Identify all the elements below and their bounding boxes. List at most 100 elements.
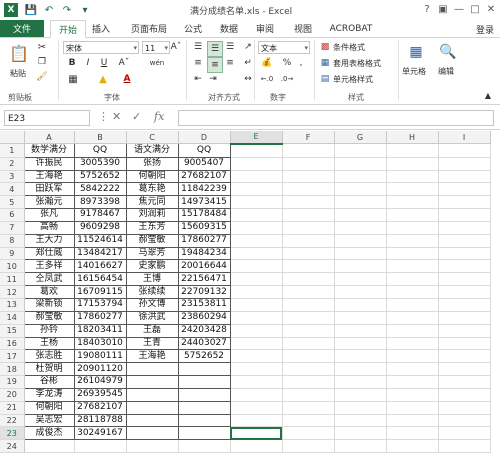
cell-h8[interactable] <box>386 234 439 248</box>
cell-c4[interactable]: 葛东艳 <box>126 182 179 197</box>
cell-h14[interactable] <box>386 311 439 325</box>
cell-b14[interactable]: 17860277 <box>74 311 127 325</box>
cell-a13[interactable]: 梁新锁 <box>23 298 75 312</box>
cell-d3[interactable]: 27682107 <box>178 170 231 184</box>
row-header[interactable]: 12 <box>0 285 25 299</box>
underline-icon[interactable]: U <box>98 57 110 69</box>
cell-h13[interactable] <box>386 298 439 312</box>
select-all-corner[interactable] <box>0 131 25 145</box>
italic-icon[interactable]: I <box>82 57 94 69</box>
save-icon[interactable]: 💾 <box>24 3 38 17</box>
cell-c1[interactable]: 语文满分 <box>126 143 179 158</box>
row-header[interactable]: 9 <box>0 247 25 261</box>
cell-b9[interactable]: 13484217 <box>74 247 127 261</box>
tab-formulas[interactable]: 公式 <box>180 20 206 37</box>
cell-a19[interactable]: 谷彬 <box>23 375 75 389</box>
row-header[interactable]: 14 <box>0 311 25 325</box>
cell-c18[interactable] <box>126 362 179 377</box>
tab-insert[interactable]: 插入 <box>88 20 114 37</box>
cell-e17[interactable] <box>230 349 283 364</box>
row-header[interactable]: 22 <box>0 414 25 428</box>
cell-c22[interactable] <box>126 414 179 428</box>
cell-i23[interactable] <box>438 426 491 441</box>
row-header[interactable]: 17 <box>0 349 25 364</box>
cell-g13[interactable] <box>334 298 387 312</box>
cell-i16[interactable] <box>438 337 491 351</box>
cell-c5[interactable]: 焦元同 <box>126 195 179 210</box>
cell-b4[interactable]: 5842222 <box>74 182 127 197</box>
cell-f22[interactable] <box>282 414 335 428</box>
cell-g17[interactable] <box>334 349 387 364</box>
cell-c11[interactable]: 王博 <box>126 272 179 287</box>
borders-icon[interactable]: ▦ <box>66 73 80 85</box>
cell-a22[interactable]: 吴志宏 <box>23 414 75 428</box>
cell-i12[interactable] <box>438 285 491 299</box>
row-header[interactable]: 5 <box>0 195 25 210</box>
row-header[interactable]: 18 <box>0 362 25 377</box>
cell-h20[interactable] <box>386 388 439 402</box>
cells-button[interactable]: 单元格 <box>402 66 426 77</box>
cell-b19[interactable]: 26104979 <box>74 375 127 389</box>
cell-c10[interactable]: 史家鹏 <box>126 259 179 274</box>
column-header-h[interactable]: H <box>386 131 439 145</box>
cell-b24[interactable] <box>74 439 127 454</box>
cell-d17[interactable]: 5752652 <box>178 349 231 364</box>
cell-f24[interactable] <box>282 439 335 454</box>
cell-e1[interactable] <box>230 143 283 158</box>
row-header[interactable]: 16 <box>0 337 25 351</box>
font-size-combo[interactable]: 11 ▾ <box>142 41 170 54</box>
cell-c19[interactable] <box>126 375 179 389</box>
cell-f10[interactable] <box>282 259 335 274</box>
cell-a7[interactable]: 高畅 <box>23 221 75 235</box>
cell-g3[interactable] <box>334 170 387 184</box>
cell-h17[interactable] <box>386 349 439 364</box>
column-header-d[interactable]: D <box>178 131 231 145</box>
comma-icon[interactable]: , <box>296 57 306 69</box>
cell-b12[interactable]: 16709115 <box>74 285 127 299</box>
font-name-combo[interactable]: 宋体 ▾ <box>63 41 139 54</box>
cell-d21[interactable] <box>178 401 231 415</box>
column-header-a[interactable]: A <box>24 131 75 145</box>
cell-i21[interactable] <box>438 401 491 415</box>
worksheet-grid[interactable]: A B C D E F G H I 1 数学满分 QQ 语文满分 QQ 2 许振民 3005390 张扬 90054… <box>0 131 491 454</box>
cell-f15[interactable] <box>282 324 335 338</box>
bold-icon[interactable]: B <box>66 57 78 69</box>
cell-d24[interactable] <box>178 439 231 454</box>
cell-i24[interactable] <box>438 439 491 454</box>
cell-d16[interactable]: 24403027 <box>178 337 231 351</box>
align-middle-icon[interactable]: ☰ <box>207 41 223 57</box>
cell-e19[interactable] <box>230 375 283 389</box>
cell-d15[interactable]: 24203428 <box>178 324 231 338</box>
collapse-ribbon-icon[interactable]: ▲ <box>482 90 494 100</box>
cell-a17[interactable]: 张志胜 <box>23 349 75 364</box>
cell-e10[interactable] <box>230 259 283 274</box>
cell-b18[interactable]: 20901120 <box>74 362 127 377</box>
phonetic-icon[interactable]: wén <box>150 57 164 69</box>
cell-i3[interactable] <box>438 170 491 184</box>
cell-g1[interactable] <box>334 143 387 158</box>
cell-h15[interactable] <box>386 324 439 338</box>
cell-d13[interactable]: 23153811 <box>178 298 231 312</box>
cell-b21[interactable]: 27682107 <box>74 401 127 415</box>
cancel-icon[interactable]: ✕ <box>112 110 121 123</box>
undo-icon[interactable]: ↶ <box>42 3 56 17</box>
increase-font-icon[interactable]: Aˆ <box>170 41 182 53</box>
align-top-icon[interactable]: ☰ <box>192 41 204 53</box>
cell-b23[interactable]: 30249167 <box>74 426 127 441</box>
cell-h7[interactable] <box>386 221 439 235</box>
cell-f14[interactable] <box>282 311 335 325</box>
cell-i10[interactable] <box>438 259 491 274</box>
cell-b10[interactable]: 14016627 <box>74 259 127 274</box>
column-header-e[interactable]: E <box>230 131 283 145</box>
cell-g15[interactable] <box>334 324 387 338</box>
minimize-icon[interactable]: — <box>452 2 466 16</box>
row-header[interactable]: 8 <box>0 234 25 248</box>
percent-icon[interactable]: % <box>282 57 292 69</box>
cell-styles-button[interactable]: 单元格样式 <box>333 74 373 85</box>
cell-h12[interactable] <box>386 285 439 299</box>
cell-b5[interactable]: 8973398 <box>74 195 127 210</box>
cell-c16[interactable]: 王青 <box>126 337 179 351</box>
cell-e20[interactable] <box>230 388 283 402</box>
cell-e6[interactable] <box>230 208 283 222</box>
cell-c2[interactable]: 张扬 <box>126 157 179 171</box>
